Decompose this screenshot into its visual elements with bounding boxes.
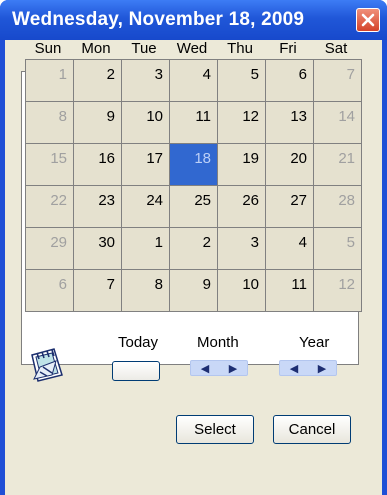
- day-cell[interactable]: 6: [266, 60, 314, 102]
- today-label: Today: [118, 334, 159, 351]
- day-cell[interactable]: 9: [170, 270, 218, 312]
- calendar-grid: 1 2 3 4 5 6 7 8 9 10 11 12 13 14 15 16 1…: [25, 59, 362, 312]
- day-cell[interactable]: 7: [74, 270, 122, 312]
- title-bar[interactable]: Wednesday, November 18, 2009: [0, 0, 387, 40]
- day-cell[interactable]: 3: [218, 228, 266, 270]
- day-cell[interactable]: 20: [266, 144, 314, 186]
- day-cell[interactable]: 8: [122, 270, 170, 312]
- calendar-book-icon: [31, 348, 63, 382]
- month-label: Month: [197, 334, 239, 351]
- close-button[interactable]: [356, 8, 380, 32]
- year-spinner[interactable]: ◀ ▶: [279, 360, 337, 376]
- day-cell[interactable]: 5: [314, 228, 362, 270]
- day-cell[interactable]: 11: [266, 270, 314, 312]
- weekday-header: Sun Mon Tue Wed Thu Fri Sat: [24, 40, 360, 58]
- day-cell[interactable]: 17: [122, 144, 170, 186]
- day-cell[interactable]: 4: [170, 60, 218, 102]
- weekday-tue: Tue: [131, 40, 157, 57]
- weekday-fri: Fri: [279, 40, 297, 57]
- day-cell[interactable]: 2: [74, 60, 122, 102]
- day-cell[interactable]: 4: [266, 228, 314, 270]
- day-cell[interactable]: 2: [170, 228, 218, 270]
- day-cell[interactable]: 14: [314, 102, 362, 144]
- year-label: Year: [299, 334, 330, 351]
- day-cell[interactable]: 12: [218, 102, 266, 144]
- day-cell[interactable]: 28: [314, 186, 362, 228]
- day-cell[interactable]: 13: [266, 102, 314, 144]
- day-cell[interactable]: 25: [170, 186, 218, 228]
- day-cell[interactable]: 19: [218, 144, 266, 186]
- day-cell[interactable]: 3: [122, 60, 170, 102]
- day-cell[interactable]: 21: [314, 144, 362, 186]
- weekday-sun: Sun: [34, 40, 62, 57]
- day-cell[interactable]: 15: [26, 144, 74, 186]
- day-cell[interactable]: 8: [26, 102, 74, 144]
- day-cell[interactable]: 29: [26, 228, 74, 270]
- day-cell[interactable]: 6: [26, 270, 74, 312]
- weekday-mon: Mon: [81, 40, 111, 57]
- date-picker-window: Wednesday, November 18, 2009 Sun Mon Tue…: [0, 0, 387, 495]
- month-prev-arrow-icon[interactable]: ◀: [201, 362, 209, 375]
- select-button[interactable]: Select: [176, 415, 254, 444]
- day-cell[interactable]: 27: [266, 186, 314, 228]
- day-cell[interactable]: 24: [122, 186, 170, 228]
- day-cell[interactable]: 12: [314, 270, 362, 312]
- day-cell[interactable]: 9: [74, 102, 122, 144]
- day-cell[interactable]: 1: [122, 228, 170, 270]
- day-cell[interactable]: 22: [26, 186, 74, 228]
- day-cell[interactable]: 10: [218, 270, 266, 312]
- day-cell[interactable]: 30: [74, 228, 122, 270]
- close-icon: [361, 13, 375, 27]
- year-next-arrow-icon[interactable]: ▶: [318, 362, 326, 375]
- day-cell[interactable]: 26: [218, 186, 266, 228]
- weekday-sat: Sat: [324, 40, 348, 57]
- day-cell-selected[interactable]: 18: [170, 144, 218, 186]
- day-cell[interactable]: 11: [170, 102, 218, 144]
- year-prev-arrow-icon[interactable]: ◀: [290, 362, 298, 375]
- weekday-thu: Thu: [227, 40, 253, 57]
- day-cell[interactable]: 7: [314, 60, 362, 102]
- day-cell[interactable]: 5: [218, 60, 266, 102]
- day-cell[interactable]: 10: [122, 102, 170, 144]
- day-cell[interactable]: 23: [74, 186, 122, 228]
- weekday-wed: Wed: [176, 40, 208, 57]
- cancel-button[interactable]: Cancel: [273, 415, 351, 444]
- today-button[interactable]: [112, 361, 160, 381]
- day-cell[interactable]: 16: [74, 144, 122, 186]
- month-next-arrow-icon[interactable]: ▶: [229, 362, 237, 375]
- month-spinner[interactable]: ◀ ▶: [190, 360, 248, 376]
- window-title: Wednesday, November 18, 2009: [12, 9, 305, 30]
- day-cell[interactable]: 1: [26, 60, 74, 102]
